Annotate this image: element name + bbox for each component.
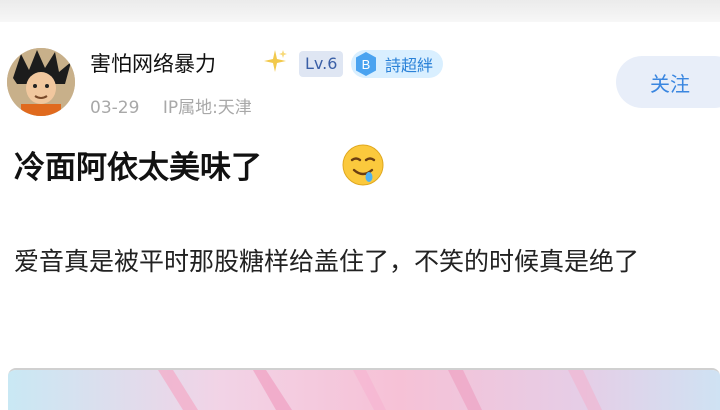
post-body: 爱音真是被平时那股糖样给盖住了，不笑的时候真是绝了 <box>14 247 640 276</box>
fan-badge-icon: B <box>356 52 376 76</box>
level-badge: Lv.6 <box>299 51 344 77</box>
author-name[interactable]: 害怕网络暴力 <box>90 48 216 78</box>
svg-text:B: B <box>362 57 371 72</box>
post-image[interactable] <box>8 368 720 410</box>
follow-button[interactable]: 关注 <box>616 56 720 108</box>
drooling-face-emoji <box>340 142 386 188</box>
sparkle-icon <box>262 48 288 74</box>
avatar[interactable] <box>7 48 75 116</box>
fan-badge[interactable]: B 詩超絆 <box>351 50 444 78</box>
post-title: 冷面阿依太美味了 <box>14 150 262 186</box>
post-meta: 03-29 IP属地:天津 <box>90 93 252 118</box>
post-date: 03-29 <box>90 98 140 118</box>
fan-badge-label: 詩超絆 <box>385 56 434 75</box>
ip-location: IP属地:天津 <box>162 98 252 118</box>
top-edge <box>0 0 720 22</box>
